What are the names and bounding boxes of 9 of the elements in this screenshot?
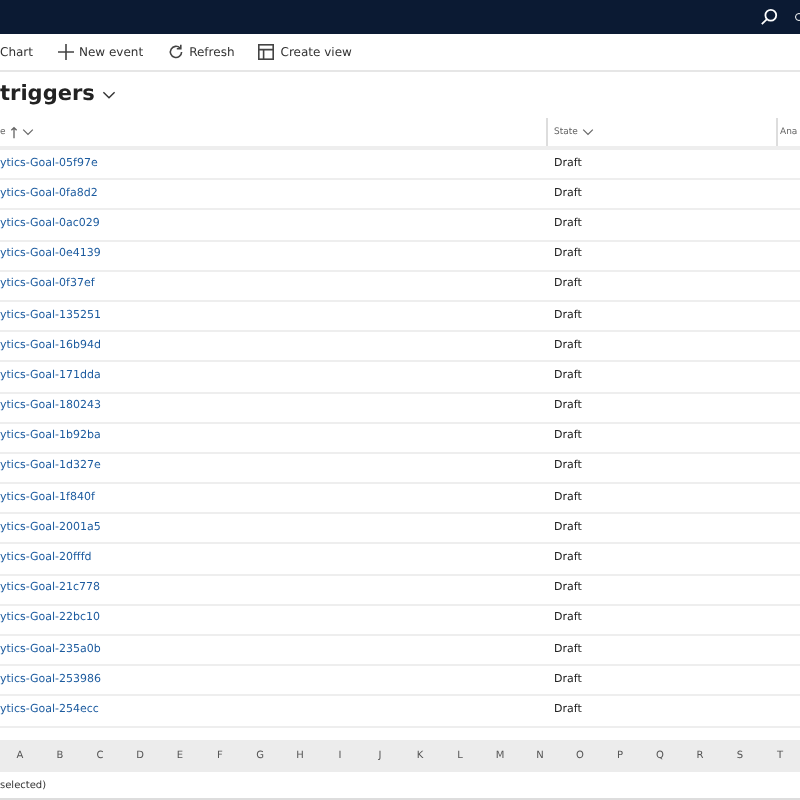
- view-title[interactable]: triggers: [0, 82, 95, 106]
- refresh-icon: [167, 44, 184, 60]
- sort-up-icon: [9, 125, 18, 139]
- chevron-down-icon: [581, 128, 594, 136]
- view-icon: [258, 44, 275, 60]
- chevron-down-icon[interactable]: [102, 89, 117, 99]
- search-icon[interactable]: [760, 8, 778, 26]
- chevron-down-icon: [21, 128, 34, 136]
- plus-icon: [57, 44, 73, 60]
